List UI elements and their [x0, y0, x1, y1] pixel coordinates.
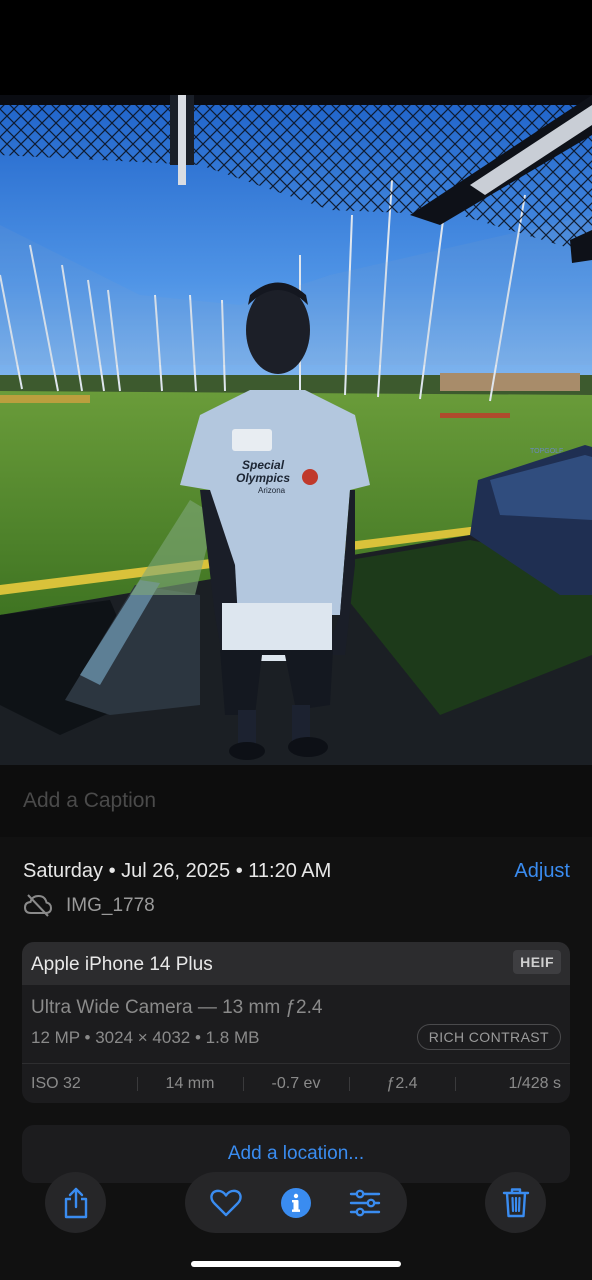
photo-viewer[interactable]: Special Olympics Arizona TOPGOLF — [0, 95, 592, 765]
share-icon — [64, 1187, 87, 1218]
heart-icon — [210, 1189, 242, 1217]
exif-aperture: ƒ2.4 — [349, 1064, 455, 1103]
caption-placeholder[interactable]: Add a Caption — [23, 789, 156, 813]
format-badge: HEIF — [513, 950, 561, 974]
device-name: Apple iPhone 14 Plus — [31, 954, 213, 975]
camera-details: Ultra Wide Camera — 13 mm ƒ2.4 — [31, 997, 323, 1018]
svg-text:Olympics: Olympics — [236, 471, 290, 485]
exif-header: Apple iPhone 14 Plus HEIF — [22, 942, 570, 985]
svg-text:TOPGOLF: TOPGOLF — [530, 448, 563, 455]
info-icon — [281, 1188, 311, 1218]
filename: IMG_1778 — [66, 895, 155, 916]
exif-focal-length: 14 mm — [137, 1064, 243, 1103]
caption-area[interactable]: Add a Caption — [0, 765, 592, 837]
add-location-label: Add a location... — [227, 1143, 365, 1164]
photo-date: Saturday • Jul 26, 2025 • 11:20 AM — [23, 860, 332, 882]
edit-button[interactable] — [347, 1185, 383, 1221]
trash-icon — [502, 1187, 529, 1217]
image-specs: 12 MP • 3024 × 4032 • 1.8 MB — [31, 1028, 260, 1047]
svg-text:Special: Special — [242, 458, 285, 472]
adjust-date-button[interactable]: Adjust — [514, 860, 570, 883]
svg-text:Arizona: Arizona — [258, 486, 286, 495]
favorite-button[interactable] — [208, 1185, 244, 1221]
photo-image: Special Olympics Arizona TOPGOLF — [0, 95, 592, 765]
delete-button[interactable] — [485, 1172, 546, 1233]
share-button[interactable] — [45, 1172, 106, 1233]
exif-values-row: ISO 32 14 mm -0.7 ev ƒ2.4 1/428 s — [22, 1064, 570, 1103]
exif-exposure-value: -0.7 ev — [243, 1064, 349, 1103]
exif-iso: ISO 32 — [31, 1075, 81, 1092]
exif-card: Apple iPhone 14 Plus HEIF Ultra Wide Cam… — [22, 942, 570, 1103]
bottom-toolbar — [0, 1170, 592, 1234]
home-indicator[interactable] — [191, 1261, 401, 1267]
exif-shutter-speed: 1/428 s — [455, 1064, 570, 1103]
photographic-style-badge: RICH CONTRAST — [416, 1024, 561, 1050]
sliders-icon — [349, 1189, 381, 1217]
info-button[interactable] — [278, 1185, 314, 1221]
action-pill — [185, 1172, 407, 1233]
cloud-slash-icon — [23, 894, 53, 917]
